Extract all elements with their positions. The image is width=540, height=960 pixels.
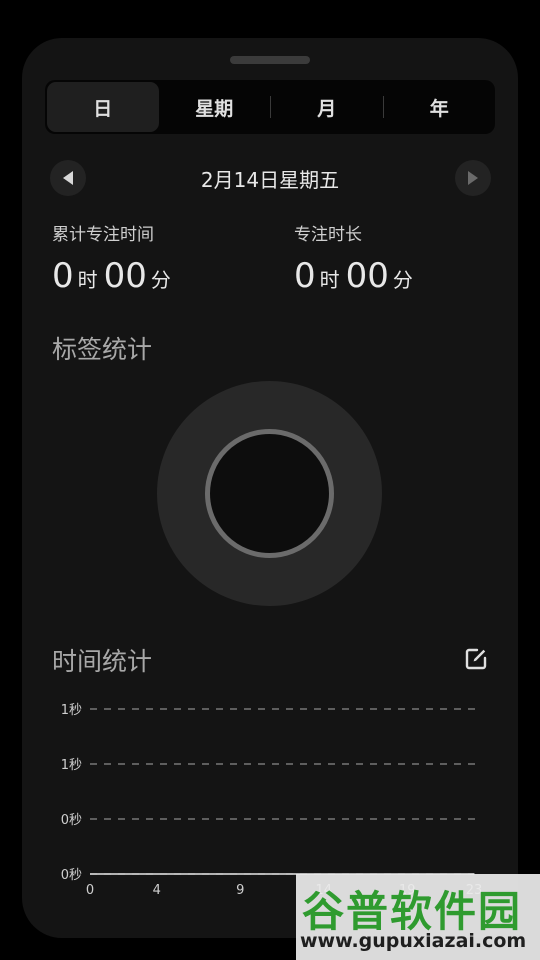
focus-duration-label: 专注时长 (294, 225, 362, 245)
tab-year[interactable]: 年 (384, 82, 496, 132)
total-focus-minutes: 00 (103, 256, 147, 296)
focus-duration-hours: 0 (294, 256, 316, 296)
tab-day[interactable]: 日 (47, 82, 159, 132)
period-tabs: 日 星期 月 年 (45, 80, 495, 134)
triangle-right-icon (468, 171, 478, 185)
total-focus-label: 累计专注时间 (52, 225, 154, 245)
y-tick-label: 0秒 (61, 813, 82, 828)
hour-unit: 时 (319, 268, 340, 292)
y-tick-label: 1秒 (61, 703, 82, 718)
edit-icon[interactable] (464, 647, 488, 671)
x-tick-label: 4 (153, 883, 161, 898)
tab-week[interactable]: 星期 (159, 82, 271, 132)
drag-handle[interactable] (230, 56, 310, 64)
hour-unit: 时 (77, 268, 98, 292)
tag-stats-title: 标签统计 (52, 335, 153, 364)
donut-inner-ring (205, 429, 334, 558)
total-focus-hours: 0 (52, 256, 74, 296)
x-tick-label: 9 (236, 883, 244, 898)
watermark: 谷普软件园 www.gupuxiazai.com (296, 874, 540, 960)
current-date: 2月14日星期五 (200, 168, 340, 192)
time-stats-title: 时间统计 (52, 647, 153, 676)
next-date-button[interactable] (455, 160, 491, 196)
focus-duration-minutes: 00 (345, 256, 389, 296)
tab-month[interactable]: 月 (271, 82, 383, 132)
minute-unit: 分 (150, 268, 171, 292)
y-tick-label: 1秒 (61, 758, 82, 773)
tag-donut-chart (157, 381, 382, 606)
focus-duration-value: 0 时 00 分 (294, 256, 419, 296)
y-tick-label: 0秒 (61, 868, 82, 883)
x-tick-label: 0 (86, 883, 94, 898)
minute-unit: 分 (392, 268, 413, 292)
statistics-panel: 日 星期 月 年 2月14日星期五 累计专注时间 0 时 00 分 专注时长 0 时 00… (22, 38, 518, 938)
watermark-url: www.gupuxiazai.com (300, 930, 527, 952)
total-focus-value: 0 时 00 分 (52, 256, 177, 296)
